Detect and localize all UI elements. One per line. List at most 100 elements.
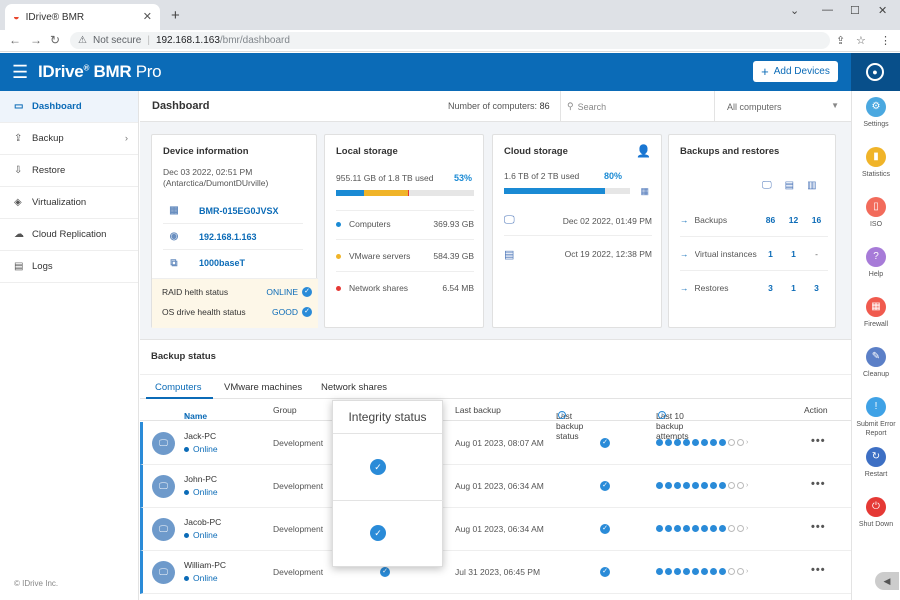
sidebar-item-cloud-replication[interactable]: ☁ Cloud Replication bbox=[0, 219, 138, 251]
computer-name[interactable]: John-PC bbox=[184, 474, 217, 484]
rail-shutdown-button[interactable]: ⏻ Shut Down bbox=[852, 491, 900, 541]
attempt-dot bbox=[737, 568, 744, 575]
divider bbox=[336, 210, 474, 211]
computer-name[interactable]: Jacob-PC bbox=[184, 517, 221, 527]
storage-icon: ▥ bbox=[807, 180, 817, 191]
last-status-check-icon: ✓ bbox=[600, 481, 610, 491]
search-input[interactable]: ⚲ Search bbox=[560, 91, 713, 122]
monitor-icon: 🖵 bbox=[762, 180, 772, 191]
rail-iso-button[interactable]: ▯ ISO bbox=[852, 191, 900, 241]
sidebar: ▭ Dashboard ⇪ Backup › ⇩ Restore ◈ Virtualiza… bbox=[0, 91, 139, 600]
arrow-right-icon: → bbox=[680, 248, 689, 259]
sidebar-item-dashboard[interactable]: ▭ Dashboard bbox=[0, 91, 138, 123]
url-path: /bmr/dashboard bbox=[219, 35, 290, 46]
table-row[interactable]: 🖵 Jacob-PC Online Development ✓ Aug 01 2023, … bbox=[140, 508, 851, 551]
close-tab-icon[interactable]: ✕ bbox=[143, 10, 152, 23]
computer-name[interactable]: William-PC bbox=[184, 560, 226, 570]
user-icon[interactable]: 👤 bbox=[636, 144, 651, 158]
browser-menu-icon[interactable]: ⋮ bbox=[880, 34, 891, 47]
bkr-row-restores[interactable]: → Restores 3 1 3 bbox=[680, 271, 828, 305]
logs-icon: ▤ bbox=[14, 261, 24, 272]
sidebar-item-logs[interactable]: ▤ Logs bbox=[0, 251, 138, 283]
backup-status-tabs: Computers VMware machines Network shares bbox=[140, 374, 851, 399]
computer-avatar-icon: 🖵 bbox=[152, 432, 175, 455]
local-storage-title: Local storage bbox=[336, 146, 398, 157]
rail-help-button[interactable]: ? Help bbox=[852, 241, 900, 291]
chip-icon: ▦ bbox=[169, 205, 179, 216]
user-avatar-icon[interactable]: ● bbox=[866, 63, 884, 81]
attempt-dot bbox=[710, 482, 717, 489]
last-backup-date: Aug 01 2023, 06:34 AM bbox=[455, 481, 544, 491]
rail-cleanup-button[interactable]: ✎ Cleanup bbox=[852, 341, 900, 391]
rail-restart-button[interactable]: ↻ Restart bbox=[852, 441, 900, 491]
chevron-down-icon: ▼ bbox=[831, 101, 839, 110]
attempt-dot bbox=[719, 482, 726, 489]
search-icon: ⚲ bbox=[567, 101, 574, 111]
sidebar-item-restore[interactable]: ⇩ Restore bbox=[0, 155, 138, 187]
plus-icon: + bbox=[761, 64, 769, 79]
bkr-row-virtual[interactable]: → Virtual instances 1 1- bbox=[680, 237, 828, 271]
table-row[interactable]: 🖵 William-PC Online Development ✓ Jul 31 2023… bbox=[140, 551, 851, 594]
table-row[interactable]: 🖵 Jack-PC Online Development ✓ Aug 01 2023, 0… bbox=[140, 422, 851, 465]
reload-icon[interactable]: ↻ bbox=[50, 33, 60, 47]
rail-firewall-button[interactable]: ▦ Firewall bbox=[852, 291, 900, 341]
attempt-dot bbox=[719, 439, 726, 446]
url-field[interactable]: ⚠ Not secure | 192.168.1.163 /bmr/dashbo… bbox=[70, 32, 830, 49]
attempt-dot bbox=[692, 439, 699, 446]
minimize-icon[interactable]: — bbox=[822, 4, 833, 16]
sidebar-item-virtualization[interactable]: ◈ Virtualization bbox=[0, 187, 138, 219]
check-icon: ✓ bbox=[370, 525, 386, 541]
bookmark-star-icon[interactable]: ☆ bbox=[856, 34, 866, 47]
row-actions-icon[interactable]: ••• bbox=[811, 564, 826, 576]
attempt-dot bbox=[692, 482, 699, 489]
back-icon[interactable]: ← bbox=[9, 33, 21, 47]
collapse-rail-icon[interactable]: ◀ bbox=[875, 572, 899, 590]
attempt-dot bbox=[719, 525, 726, 532]
attempt-dot bbox=[719, 568, 726, 575]
computer-filter-select[interactable]: All computers ▼ bbox=[714, 91, 851, 122]
rail-statistics-button[interactable]: ▮ Statistics bbox=[852, 141, 900, 191]
computer-group: Development bbox=[273, 438, 324, 448]
tab-vmware-machines[interactable]: VMware machines bbox=[224, 382, 302, 393]
computer-name[interactable]: Jack-PC bbox=[184, 431, 216, 441]
browser-tabstrip: ◒ IDrive® BMR ✕ + ⌄ — ☐ ✕ bbox=[0, 0, 900, 30]
cloud-used: 1.6 TB of 2 TB used bbox=[504, 171, 580, 181]
idrive-favicon: ◒ bbox=[13, 11, 20, 23]
add-devices-button[interactable]: + Add Devices bbox=[753, 61, 838, 82]
url-separator: | bbox=[147, 35, 150, 46]
tab-network-shares[interactable]: Network shares bbox=[321, 382, 387, 393]
info-icon: i bbox=[658, 411, 666, 419]
cloud-storage-title: Cloud storage bbox=[504, 146, 568, 157]
bkr-row-backups[interactable]: → Backups 86 12 16 bbox=[680, 203, 828, 237]
forward-icon[interactable]: → bbox=[30, 33, 42, 47]
hamburger-menu-icon[interactable]: ☰ bbox=[12, 62, 28, 83]
local-storage-card: Local storage 955.11 GB of 1.8 TB used 5… bbox=[324, 134, 484, 328]
arrow-right-icon: › bbox=[746, 482, 749, 489]
chevron-down-icon[interactable]: ⌄ bbox=[790, 4, 799, 17]
rail-settings-button[interactable]: ⚙ Settings bbox=[852, 91, 900, 141]
row-actions-icon[interactable]: ••• bbox=[811, 478, 826, 490]
new-tab-icon[interactable]: + bbox=[171, 7, 180, 24]
close-window-icon[interactable]: ✕ bbox=[878, 4, 887, 17]
attempt-dot bbox=[665, 482, 672, 489]
attempt-dot bbox=[683, 525, 690, 532]
attempt-dot bbox=[737, 439, 744, 446]
backup-attempts[interactable]: › bbox=[656, 525, 748, 532]
attempt-dot bbox=[710, 568, 717, 575]
computer-status: Online bbox=[184, 530, 218, 540]
backup-attempts[interactable]: › bbox=[656, 568, 748, 575]
share-icon[interactable]: ⇪ bbox=[836, 34, 845, 47]
attempt-dot bbox=[656, 482, 663, 489]
maximize-icon[interactable]: ☐ bbox=[850, 4, 860, 17]
user-menu[interactable]: ● bbox=[851, 53, 900, 91]
tab-computers[interactable]: Computers bbox=[155, 382, 201, 393]
browser-tab[interactable]: ◒ IDrive® BMR ✕ bbox=[5, 4, 160, 30]
row-actions-icon[interactable]: ••• bbox=[811, 435, 826, 447]
sidebar-item-backup[interactable]: ⇪ Backup › bbox=[0, 123, 138, 155]
backup-attempts[interactable]: › bbox=[656, 482, 748, 489]
row-actions-icon[interactable]: ••• bbox=[811, 521, 826, 533]
backup-attempts[interactable]: › bbox=[656, 439, 748, 446]
cloud-percent: 80% bbox=[604, 171, 623, 181]
rail-submit-error-button[interactable]: ! Submit Error Report bbox=[852, 391, 900, 441]
table-row[interactable]: 🖵 John-PC Online Development ✓ Aug 01 2023, 0… bbox=[140, 465, 851, 508]
